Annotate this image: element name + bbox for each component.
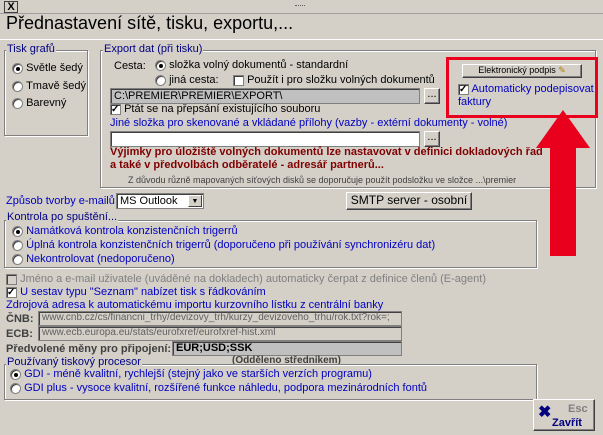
ecb-label: ECB: — [6, 328, 33, 340]
radio-light-grey[interactable]: Světle šedý — [12, 62, 83, 74]
radio-label: Namátková kontrola konzistenčních triger… — [26, 225, 238, 238]
close-button-label: Zavřít — [552, 417, 582, 429]
path-label: Cesta: — [114, 60, 146, 72]
export-path-input[interactable]: C:\PREMIER\PREMIER\EXPORT\ — [110, 88, 420, 104]
ecb-url-input[interactable]: www.ecb.europa.eu/stats/eurofxref/eurofx… — [38, 326, 402, 341]
email-method-select[interactable]: MS Outlook ▼ — [116, 193, 204, 209]
dropdown-arrow-icon[interactable]: ▼ — [188, 195, 202, 207]
startup-check-legend: Kontrola po spuštění... — [6, 211, 119, 223]
radio-other-path[interactable]: jiná cesta: — [155, 74, 219, 86]
warning-line-2: a také v předvolbách odběratelé - adresá… — [110, 159, 384, 171]
network-drive-note: Z důvodu různě mapovaných síťových disků… — [128, 175, 517, 185]
radio-button[interactable] — [10, 368, 21, 380]
warning-line-1: Výjimky pro úložiště volných dokumentů l… — [110, 146, 543, 158]
export-legend: Export dat (při tisku) — [103, 43, 204, 55]
radio-free-docs[interactable]: složka volný dokumentů - standardní — [155, 59, 348, 71]
title-divider — [0, 39, 603, 40]
title-bar — [0, 0, 603, 14]
scan-folder-input[interactable] — [110, 131, 420, 147]
checkbox[interactable] — [110, 103, 121, 115]
radio-dark-grey[interactable]: Tmavě šedý — [12, 80, 86, 92]
use-for-free-docs-checkbox[interactable]: Použít i pro složku volných dokumentů — [233, 74, 435, 86]
radio-button[interactable] — [155, 59, 166, 71]
radio-label: Světle šedý — [26, 62, 83, 75]
checkbox-label: Ptát se na přepsání existujícího souboru — [124, 103, 321, 116]
page-title: Přednastavení sítě, tisku, exportu,... — [6, 13, 294, 33]
radio-gdi[interactable]: GDI - méně kvalitní, rychlejší (stejný j… — [10, 368, 372, 380]
list-print-checkbox[interactable]: U sestav typu "Seznam" nabízet tisk s řá… — [6, 286, 266, 298]
radio-label: Úplná kontrola konzistenčních trigerrů (… — [26, 239, 436, 252]
checkbox[interactable] — [233, 74, 244, 86]
up-arrow-annotation-icon — [536, 110, 590, 256]
drag-grip[interactable] — [295, 5, 305, 6]
smtp-server-button[interactable]: SMTP server - osobní — [346, 192, 472, 210]
radio-label: Nekontrolovat (nedoporučeno) — [26, 253, 175, 266]
esc-hint: Esc — [568, 403, 588, 415]
radio-gdi-plus[interactable]: GDI plus - vysoce kvalitní, rozšířené fu… — [10, 382, 427, 394]
name-email-checkbox[interactable]: Jméno a e-mail uživatele (uváděné na dok… — [6, 273, 486, 285]
electronic-signature-button[interactable]: Elektronický podpis ✎ — [462, 64, 582, 78]
radio-button[interactable] — [12, 62, 23, 74]
checkbox[interactable] — [6, 286, 17, 298]
currencies-label: Předvolené měny pro připojení: — [6, 343, 172, 355]
ask-overwrite-checkbox[interactable]: Ptát se na přepsání existujícího souboru — [110, 103, 320, 115]
radio-button[interactable] — [12, 80, 23, 92]
radio-no-check[interactable]: Nekontrolovat (nedoporučeno) — [12, 253, 175, 265]
radio-button[interactable] — [12, 97, 23, 109]
email-method-label: Způsob tvorby e-mailů — [6, 195, 115, 207]
cnb-label: ČNB: — [6, 313, 34, 325]
close-button[interactable]: ✖ Esc Zavřít — [533, 399, 595, 431]
checkbox-label: Použít i pro složku volných dokumentů — [247, 74, 435, 87]
radio-label: složka volný dokumentů - standardní — [169, 59, 349, 72]
radio-button[interactable] — [12, 253, 23, 265]
scan-folder-browse-button[interactable]: ... — [424, 131, 440, 147]
checkbox[interactable] — [6, 273, 17, 285]
export-path-browse-button[interactable]: ... — [424, 88, 440, 104]
radio-button[interactable] — [12, 239, 23, 251]
checkbox[interactable] — [458, 84, 469, 95]
close-x-icon: ✖ — [538, 404, 552, 421]
radio-label: Barevný — [26, 97, 67, 110]
checkbox-label: Automaticky podepisovat faktury — [458, 83, 594, 108]
radio-button[interactable] — [12, 225, 23, 237]
radio-label: GDI - méně kvalitní, rychlejší (stejný j… — [24, 368, 372, 381]
pen-icon: ✎ — [558, 65, 566, 75]
print-graphs-legend: Tisk grafů — [6, 43, 56, 55]
scan-folder-label: Jiné složka pro skenované a vkládané pří… — [110, 117, 508, 129]
auto-sign-checkbox[interactable]: Automaticky podepisovat faktury — [458, 83, 596, 109]
cnb-url-input[interactable]: www.cnb.cz/cs/financni_trhy/devizovy_trh… — [38, 311, 402, 326]
rates-legend: Zdrojová adresa k automatickému importu … — [6, 299, 384, 311]
currencies-input[interactable]: EUR;USD;SSK — [172, 341, 402, 356]
radio-full-check[interactable]: Úplná kontrola konzistenčních trigerrů (… — [12, 239, 435, 251]
close-window-button[interactable]: X — [4, 1, 18, 13]
radio-button[interactable] — [155, 74, 166, 86]
checkbox-label: Jméno a e-mail uživatele (uváděné na dok… — [20, 273, 486, 286]
checkbox-label: U sestav typu "Seznam" nabízet tisk s řá… — [20, 286, 266, 299]
radio-random-check[interactable]: Namátková kontrola konzistenčních triger… — [12, 225, 238, 237]
radio-label: jiná cesta: — [169, 74, 219, 87]
radio-button[interactable] — [10, 382, 21, 394]
email-method-value: MS Outlook — [120, 195, 178, 207]
radio-label: GDI plus - vysoce kvalitní, rozšířené fu… — [24, 382, 428, 395]
radio-color[interactable]: Barevný — [12, 97, 66, 109]
print-processor-legend: Používaný tiskový procesor — [6, 356, 142, 368]
signature-button-label: Elektronický podpis — [478, 65, 556, 75]
radio-label: Tmavě šedý — [26, 80, 86, 93]
